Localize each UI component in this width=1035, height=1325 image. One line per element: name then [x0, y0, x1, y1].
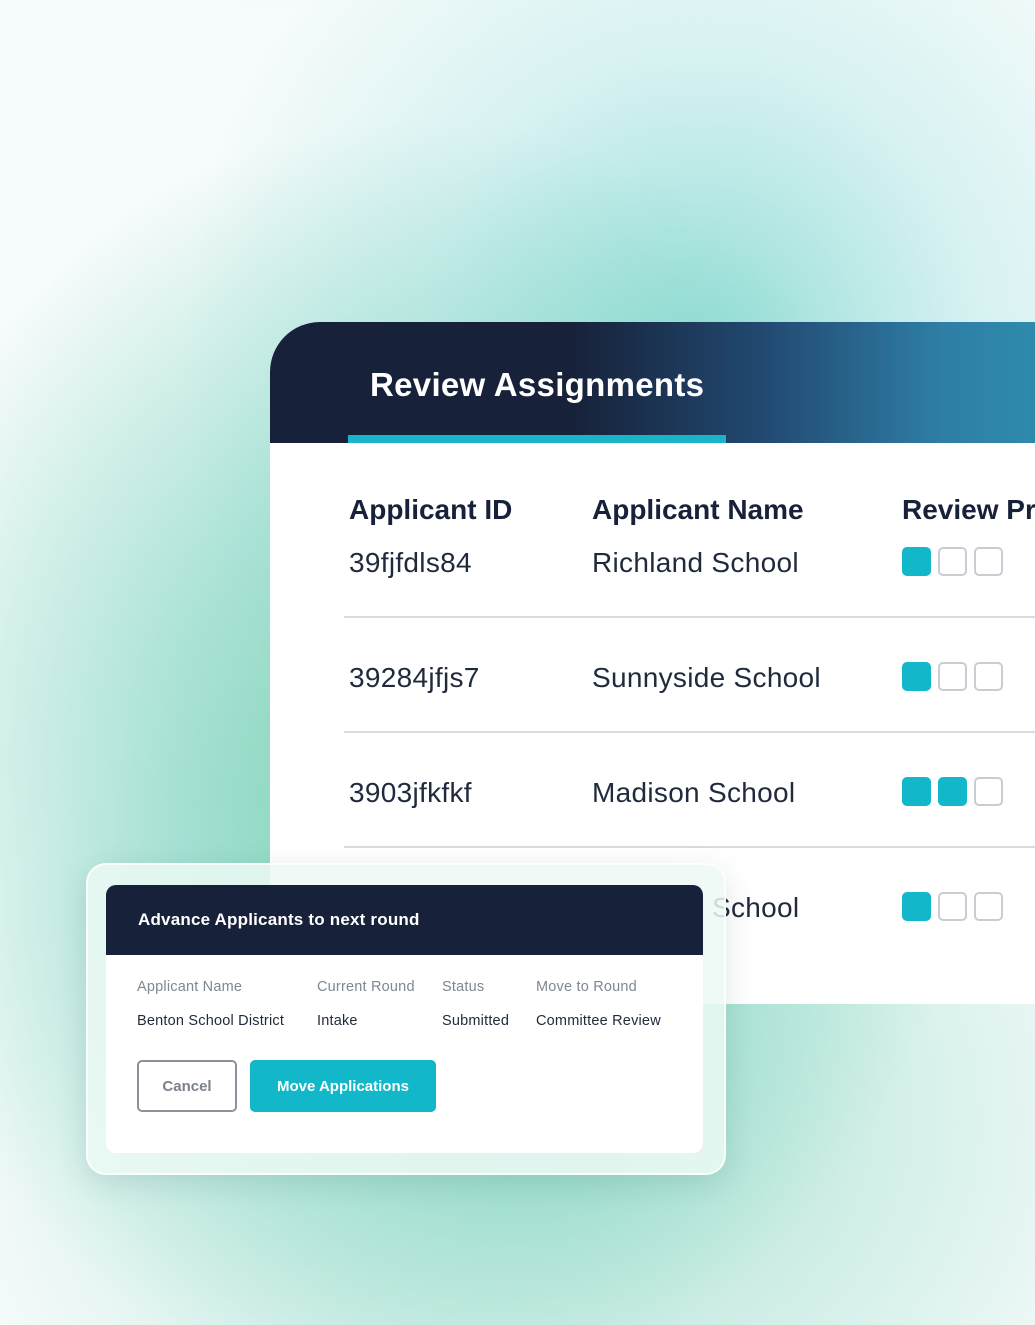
progress-step-2 [938, 547, 967, 576]
dialog-column-applicant-name: Applicant Name [137, 979, 243, 995]
card-header: Review Assignments [270, 322, 1035, 443]
applicant-id-cell: 39284jfjs7 [349, 662, 480, 693]
page-title: Review Assignments [370, 366, 705, 403]
cancel-button[interactable]: Cancel [137, 1060, 237, 1112]
modal-backdrop-frame: Advance Applicants to next round Applica… [86, 863, 726, 1175]
dialog-move-to-round-value[interactable]: Committee Review [536, 1013, 661, 1029]
applicant-name-cell: Madison School [592, 777, 796, 808]
dialog-status-value: Submitted [442, 1013, 510, 1029]
progress-step-2 [938, 662, 967, 691]
review-progress [902, 892, 1003, 921]
dialog-header: Advance Applicants to next round [106, 885, 703, 955]
progress-step-2 [938, 777, 967, 806]
dialog-applicant-name-value: Benton School District [137, 1013, 285, 1029]
applicant-id-cell: 3903jfkfkf [349, 777, 472, 808]
dialog-column-move-to-round: Move to Round [536, 979, 637, 995]
dialog-column-status: Status [442, 979, 485, 995]
dialog-title: Advance Applicants to next round [138, 910, 420, 929]
review-progress [902, 777, 1003, 806]
applicant-name-cell: Richland School [592, 547, 799, 578]
move-applications-button[interactable]: Move Applications [250, 1060, 436, 1112]
dialog-column-current-round: Current Round [317, 979, 415, 995]
progress-step-1 [902, 777, 931, 806]
progress-step-3 [974, 777, 1003, 806]
progress-step-1 [902, 892, 931, 921]
active-tab-indicator [348, 435, 726, 443]
progress-step-3 [974, 547, 1003, 576]
dialog-current-round-value: Intake [317, 1013, 358, 1029]
applicant-id-cell: 39fjfdls84 [349, 547, 472, 578]
review-progress [902, 547, 1003, 576]
review-progress [902, 662, 1003, 691]
applicant-name-cell: Sunnyside School [592, 662, 821, 693]
table-row[interactable]: 3903jfkfkf Madison School [344, 732, 1035, 848]
progress-step-1 [902, 547, 931, 576]
progress-step-3 [974, 662, 1003, 691]
table-row[interactable]: 39284jfjs7 Sunnyside School [344, 617, 1035, 733]
table-row[interactable]: 39fjfdls84 Richland School [344, 502, 1035, 618]
progress-step-1 [902, 662, 931, 691]
progress-step-3 [974, 892, 1003, 921]
progress-step-2 [938, 892, 967, 921]
advance-applicants-dialog: Advance Applicants to next round Applica… [106, 885, 703, 1153]
